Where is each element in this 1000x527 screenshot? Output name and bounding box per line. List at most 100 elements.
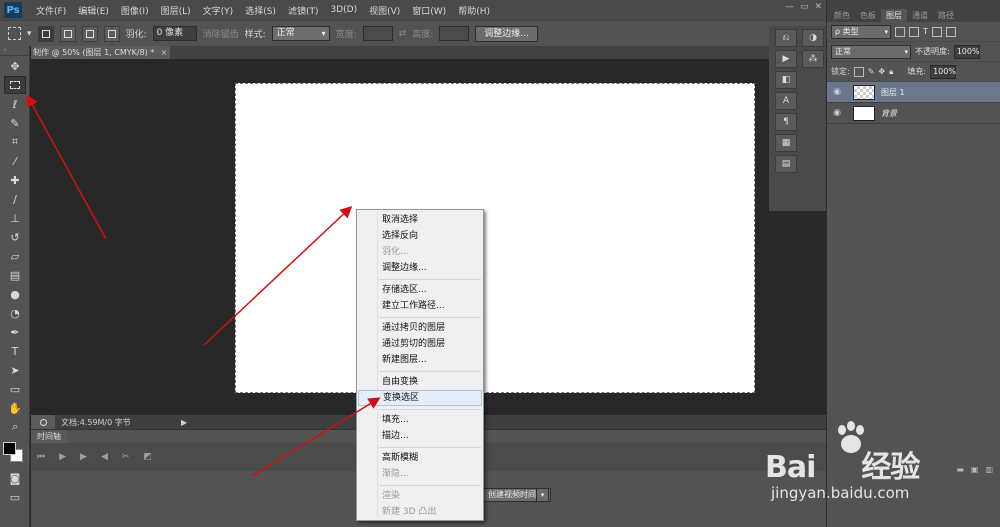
menu-item-layer-via-copy[interactable]: 通过拷贝的图层 [358,320,482,336]
smart-object-filter-icon[interactable] [945,26,956,37]
type-filter-icon[interactable]: T [923,27,928,36]
eyedropper-tool-icon[interactable]: ⁄ [4,152,26,170]
menu-help[interactable]: 帮助(H) [452,4,496,17]
menu-filter[interactable]: 滤镜(T) [282,4,325,17]
preset-dropdown-icon[interactable]: ▾ [27,29,32,39]
opacity-input[interactable]: 100% [953,44,980,59]
dodge-tool-icon[interactable]: ◔ [4,304,26,322]
menu-3d[interactable]: 3D(D) [324,5,363,15]
lock-pixels-icon[interactable]: ✎ [868,67,875,76]
character-panel-icon[interactable]: A [775,92,797,110]
eye-icon[interactable]: ◉ [829,87,845,97]
gradient-tool-icon[interactable]: ▤ [4,266,26,284]
add-selection-button[interactable] [59,25,76,42]
menu-window[interactable]: 窗口(W) [406,4,452,17]
next-frame-icon[interactable]: ▶ [80,452,87,462]
marquee-preset-icon[interactable] [8,27,21,40]
menu-item-stroke[interactable]: 描边... [358,428,482,444]
notes-panel-icon[interactable]: ▤ [775,155,797,173]
play-icon[interactable]: ▶ [59,452,66,462]
crop-tool-icon[interactable]: ⌗ [4,133,26,151]
blend-mode-select[interactable]: 正常 [831,44,911,59]
menu-item-layer-via-cut[interactable]: 通过剪切的图层 [358,336,482,352]
minimize-icon[interactable]: — [785,2,794,12]
blur-tool-icon[interactable]: ● [4,285,26,303]
lock-transparent-icon[interactable] [853,66,864,77]
new-layer-icon[interactable]: ▣ [971,465,979,479]
menu-edit[interactable]: 编辑(E) [72,4,115,17]
path-select-tool-icon[interactable]: ➤ [4,361,26,379]
delete-layer-icon[interactable]: ▥ [985,465,993,479]
menu-select[interactable]: 选择(S) [239,4,282,17]
pixel-filter-icon[interactable] [895,26,905,37]
menu-item-make-work-path[interactable]: 建立工作路径... [358,298,482,314]
audio-icon[interactable]: ◀ [101,452,108,462]
lasso-tool-icon[interactable]: ℓ [4,95,26,113]
width-input[interactable] [362,26,393,41]
info-panel-icon[interactable]: ▦ [775,134,797,152]
antialias-checkbox[interactable]: 消除锯齿 [203,27,239,40]
menu-item-fill[interactable]: 填充... [358,412,482,428]
menu-image[interactable]: 图像(I) [115,4,155,17]
healing-tool-icon[interactable]: ✚ [4,171,26,189]
quick-mask-icon[interactable]: ◙ [4,469,26,487]
color-swatches[interactable] [3,442,27,468]
layer-row[interactable]: ◉ 图层 1 [827,82,1000,103]
menu-item-free-transform[interactable]: 自由变换 [358,374,482,390]
tab-layers[interactable]: 图层 [881,9,907,22]
menu-item-deselect[interactable]: 取消选择 [358,212,482,228]
move-tool-icon[interactable]: ✥ [4,57,26,75]
transition-icon[interactable]: ◩ [143,452,152,462]
close-icon[interactable]: × [161,46,168,59]
swap-icon[interactable]: ⇄ [399,29,407,39]
properties-panel-icon[interactable]: ◧ [775,71,797,89]
shape-filter-icon[interactable] [931,26,942,37]
tab-paths[interactable]: 路径 [933,9,959,22]
foreground-color-swatch[interactable] [3,442,16,455]
new-group-icon[interactable]: ▬ [956,465,964,479]
rect-marquee-tool-icon[interactable] [4,76,26,94]
split-icon[interactable]: ✂ [122,452,130,462]
history-panel-icon[interactable]: ⎌ [775,29,797,47]
menu-item-refine-edge[interactable]: 调整边缘... [358,260,482,276]
document-canvas[interactable] [235,83,755,393]
toolbox-grip[interactable]: » [0,46,29,56]
status-menu-arrow-icon[interactable]: ▶ [181,418,187,427]
menu-item-save-selection[interactable]: 存储选区... [358,282,482,298]
style-select[interactable]: 正常 [271,26,330,41]
close-icon[interactable]: ✕ [814,2,822,12]
type-tool-icon[interactable]: T [4,342,26,360]
shape-tool-icon[interactable]: ▭ [4,380,26,398]
tab-channels[interactable]: 通道 [907,9,933,22]
actions-panel-icon[interactable]: ▶ [775,50,797,68]
eye-icon[interactable]: ◉ [829,108,845,118]
menu-item-transform-selection[interactable]: 变换选区 [358,390,482,406]
paragraph-panel-icon[interactable]: ¶ [775,113,797,131]
adjustment-filter-icon[interactable] [909,26,919,37]
quick-select-tool-icon[interactable]: ✎ [4,114,26,132]
menu-type[interactable]: 文字(Y) [197,4,240,17]
timeline-tab[interactable]: 时间轴 [31,430,67,444]
feather-input[interactable]: 0 像素 [152,26,197,41]
lock-position-icon[interactable]: ✥ [878,67,885,76]
brush-panel-icon[interactable]: ⁂ [802,50,824,68]
refine-edge-button[interactable]: 调整边缘... [475,25,538,42]
menu-item-inverse[interactable]: 选择反向 [358,228,482,244]
eraser-tool-icon[interactable]: ▱ [4,247,26,265]
hand-tool-icon[interactable]: ✋ [4,399,26,417]
restore-icon[interactable]: ▭ [800,2,809,12]
history-brush-icon[interactable]: ↺ [4,228,26,246]
layer-filter-select[interactable]: ρ 类型 [831,24,891,39]
adjustments-panel-icon[interactable]: ◑ [802,29,824,47]
document-tab[interactable]: 制作 @ 50% (图层 1, CMYK/8) * × [31,46,171,59]
menu-file[interactable]: 文件(F) [30,4,72,17]
fill-input[interactable]: 100% [930,64,957,79]
screen-mode-icon[interactable]: ▭ [4,488,26,506]
timeline-mode-dropdown[interactable]: ▾ [536,488,549,502]
height-input[interactable] [439,26,470,41]
lock-all-icon[interactable]: 🔒︎ [889,67,893,77]
tab-color[interactable]: 颜色 [829,9,855,22]
intersect-selection-button[interactable] [103,25,120,42]
menu-item-gaussian-blur[interactable]: 高斯模糊 [358,450,482,466]
zoom-tool-icon[interactable]: ⌕ [4,418,26,436]
